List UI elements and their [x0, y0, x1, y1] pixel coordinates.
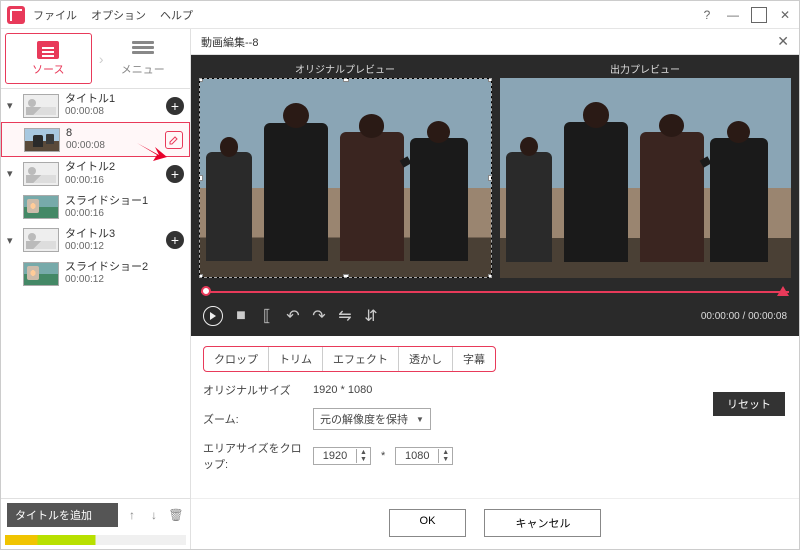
trash-icon[interactable]: 🗑	[168, 507, 184, 523]
thumbnail	[23, 262, 59, 286]
chevron-down-icon[interactable]: ▾	[7, 167, 17, 180]
maximize-icon[interactable]	[751, 7, 767, 23]
window-close-icon[interactable]: ✕	[777, 7, 793, 23]
crop-height-input[interactable]: 1080 ▲▼	[395, 447, 453, 465]
crop-star: *	[381, 450, 385, 462]
rotate-left-icon[interactable]: ↶	[285, 308, 301, 324]
item-duration: 00:00:16	[65, 208, 184, 220]
titlebar: ファイル オプション ヘルプ ? — ✕	[1, 1, 799, 29]
edit-button[interactable]	[165, 131, 183, 149]
settings-tabs: クロップ トリム エフェクト 透かし 字幕	[203, 346, 496, 372]
item-duration: 00:00:16	[65, 175, 160, 187]
flip-v-icon[interactable]: ⇵	[363, 308, 379, 324]
mark-in-icon[interactable]: ⟦	[259, 308, 275, 324]
mode-menu[interactable]: メニュー	[96, 29, 191, 88]
reset-button[interactable]: リセット	[713, 392, 785, 416]
mode-menu-label: メニュー	[121, 61, 165, 77]
item-name: タイトル1	[65, 93, 160, 106]
sidebar: ソース › メニュー ▾ タイトル100:00:08 + 800:00:08	[1, 29, 191, 549]
editor-panel: 動画編集--8 ✕ オリジナルプレビュー 出力プレビュー	[191, 29, 799, 549]
item-list: ▾ タイトル100:00:08 + 800:00:08 ▾ タイトル200:00…	[1, 89, 190, 498]
original-size-label: オリジナルサイズ	[203, 382, 303, 398]
zoom-select[interactable]: 元の解像度を保持 ▼	[313, 408, 431, 430]
preview-original-label: オリジナルプレビュー	[199, 61, 491, 76]
timeline[interactable]	[201, 284, 789, 300]
spin-down-icon[interactable]: ▼	[357, 456, 370, 463]
list-item[interactable]: スライドショー100:00:16	[1, 191, 190, 224]
preview-output	[500, 78, 791, 278]
ok-button[interactable]: OK	[389, 509, 467, 537]
preview-original[interactable]	[199, 78, 492, 278]
editor-title: 動画編集--8	[201, 34, 258, 50]
item-name: タイトル3	[65, 228, 160, 241]
tab-effect[interactable]: エフェクト	[323, 347, 399, 371]
tab-trim[interactable]: トリム	[269, 347, 323, 371]
stop-icon[interactable]: ■	[233, 308, 249, 324]
zoom-label: ズーム:	[203, 411, 303, 427]
mode-source[interactable]: ソース ›	[1, 29, 96, 88]
time-readout: 00:00:00 / 00:00:08	[701, 311, 787, 322]
list-item[interactable]: ▾ タイトル200:00:16 +	[1, 157, 190, 190]
thumbnail	[23, 94, 59, 118]
spin-up-icon[interactable]: ▲	[439, 449, 452, 456]
timeline-end-marker[interactable]	[777, 286, 789, 296]
move-up-icon[interactable]: ↑	[124, 507, 140, 523]
item-name: スライドショー2	[65, 261, 184, 274]
add-button[interactable]: +	[166, 231, 184, 249]
crop-width-input[interactable]: 1920 ▲▼	[313, 447, 371, 465]
timeline-handle[interactable]	[201, 286, 211, 296]
tab-subtitle[interactable]: 字幕	[453, 347, 495, 371]
caret-down-icon: ▼	[416, 415, 424, 424]
chevron-down-icon[interactable]: ▾	[7, 99, 17, 112]
mode-source-label: ソース	[32, 61, 64, 77]
timeline-track	[201, 291, 789, 293]
list-item[interactable]: 800:00:08	[1, 122, 190, 157]
play-button[interactable]	[203, 306, 223, 326]
chevron-down-icon[interactable]: ▾	[7, 234, 17, 247]
thumbnail	[23, 162, 59, 186]
thumbnail	[23, 195, 59, 219]
add-button[interactable]: +	[166, 97, 184, 115]
menu-option[interactable]: オプション	[91, 7, 146, 23]
thumbnail	[23, 228, 59, 252]
add-button[interactable]: +	[166, 165, 184, 183]
tab-watermark[interactable]: 透かし	[399, 347, 453, 371]
timeline-bar	[5, 535, 186, 545]
crop-width-value: 1920	[314, 448, 356, 464]
list-item[interactable]: ▾ タイトル300:00:12 +	[1, 224, 190, 257]
menu-icon	[132, 41, 154, 59]
thumbnail	[24, 128, 60, 152]
zoom-select-value: 元の解像度を保持	[320, 411, 408, 427]
source-icon	[37, 41, 59, 59]
list-item[interactable]: ▾ タイトル100:00:08 +	[1, 89, 190, 122]
tab-crop[interactable]: クロップ	[204, 347, 269, 371]
item-duration: 00:00:08	[65, 106, 160, 118]
original-size-value: 1920 * 1080	[313, 384, 372, 396]
flip-h-icon[interactable]: ⇋	[337, 308, 353, 324]
item-duration: 00:00:12	[65, 241, 160, 253]
item-duration: 00:00:12	[65, 274, 184, 286]
cancel-button[interactable]: キャンセル	[484, 509, 601, 537]
list-item[interactable]: スライドショー200:00:12	[1, 257, 190, 290]
preview-zone: オリジナルプレビュー 出力プレビュー	[191, 55, 799, 336]
move-down-icon[interactable]: ↓	[146, 507, 162, 523]
item-name: スライドショー1	[65, 195, 184, 208]
spin-up-icon[interactable]: ▲	[357, 449, 370, 456]
minimize-icon[interactable]: —	[725, 7, 741, 23]
spin-down-icon[interactable]: ▼	[439, 456, 452, 463]
help-icon[interactable]: ?	[699, 7, 715, 23]
rotate-right-icon[interactable]: ↷	[311, 308, 327, 324]
item-name: 8	[66, 127, 159, 140]
app-icon	[7, 6, 25, 24]
preview-output-label: 出力プレビュー	[499, 61, 791, 76]
crop-height-value: 1080	[396, 448, 438, 464]
menu-help[interactable]: ヘルプ	[160, 7, 193, 23]
close-icon[interactable]: ✕	[777, 33, 789, 50]
item-name: タイトル2	[65, 161, 160, 174]
menu-file[interactable]: ファイル	[33, 7, 77, 23]
crop-size-label: エリアサイズをクロップ:	[203, 440, 303, 472]
add-title-button[interactable]: タイトルを追加	[7, 503, 118, 527]
item-duration: 00:00:08	[66, 140, 159, 152]
